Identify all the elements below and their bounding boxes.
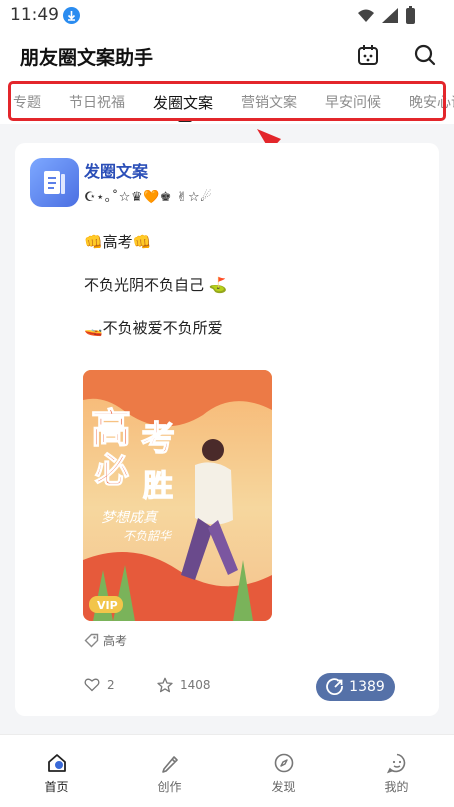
poster-title-char: 必 — [95, 451, 129, 491]
tab-list: 专题 节日祝福 发圈文案 营销文案 早安问候 晚安心语 — [13, 80, 454, 124]
favorite-button[interactable]: 1408 — [157, 677, 211, 693]
tab-marketing-copy[interactable]: 营销文案 — [241, 92, 297, 112]
nav-home-label: 首页 — [44, 780, 69, 794]
home-icon — [48, 754, 66, 772]
nav-home[interactable]: 首页 — [0, 735, 113, 807]
face-icon — [386, 753, 406, 774]
post-line: 👊高考👊 — [84, 233, 152, 251]
share-button[interactable]: 1389 — [316, 673, 395, 701]
nav-profile-label: 我的 — [384, 780, 409, 794]
heart-icon — [84, 678, 100, 692]
post-line: 不负光阴不负自己 ⛳ — [84, 276, 228, 294]
like-button[interactable]: 2 — [84, 677, 115, 692]
author-avatar[interactable] — [30, 158, 79, 207]
poster-title-char: 考 — [141, 419, 175, 459]
wifi-icon — [358, 9, 374, 22]
favorite-count: 1408 — [180, 678, 211, 692]
poster-subtitle: 梦想成真 — [101, 510, 159, 526]
document-icon — [44, 171, 65, 194]
tag-icon — [84, 633, 99, 647]
tab-morning-greetings[interactable]: 早安问候 — [325, 92, 381, 112]
poster-title-char: 高 — [91, 405, 131, 452]
nav-profile[interactable]: 我的 — [340, 735, 453, 807]
nav-discover-label: 发现 — [271, 780, 296, 794]
share-icon — [326, 678, 344, 696]
post-card: 发圈文案 ☪⋆｡˚☆♛🧡♚ ✌☆☄ 👊高考👊 不负光阴不负自己 ⛳ 🚤不负被爱不… — [15, 143, 439, 716]
status-bar: 11:49 — [0, 0, 454, 32]
author-name[interactable]: 发圈文案 — [84, 158, 148, 182]
nav-create-label: 创作 — [157, 780, 182, 794]
status-time: 11:49 — [10, 5, 59, 25]
tab-festival-wishes[interactable]: 节日祝福 — [69, 92, 125, 112]
app-title: 朋友圈文案助手 — [20, 47, 154, 69]
tab-goodnight-words[interactable]: 晚安心语 — [409, 92, 454, 112]
tab-topics[interactable]: 专题 — [13, 92, 41, 112]
post-line: 🚤不负被爱不负所爱 — [84, 319, 223, 337]
like-count: 2 — [107, 677, 115, 692]
share-count: 1389 — [349, 679, 385, 695]
vip-badge: VIP — [97, 599, 118, 612]
tag-label: 高考 — [103, 633, 128, 648]
download-icon — [63, 7, 80, 24]
nav-discover[interactable]: 发现 — [227, 735, 340, 807]
search-icon[interactable] — [412, 42, 438, 68]
signal-icon — [382, 8, 398, 23]
app-header: 朋友圈文案助手 — [0, 32, 454, 80]
bottom-navigation: 首页 创作 发现 我的 — [0, 734, 454, 807]
post-content: 👊高考👊 不负光阴不负自己 ⛳ 🚤不负被爱不负所爱 — [84, 231, 414, 360]
calendar-icon[interactable] — [355, 42, 381, 68]
poster-title-char: 胜 — [143, 469, 173, 504]
tab-moments-copy[interactable]: 发圈文案 — [153, 92, 213, 113]
post-tag[interactable]: 高考 — [84, 630, 127, 650]
star-icon — [157, 677, 173, 693]
battery-icon — [406, 8, 415, 24]
poster-subtitle: 不负韶华 — [123, 529, 173, 543]
post-actions: 2 1408 1389 — [84, 673, 424, 701]
status-icons — [358, 6, 415, 24]
active-tab-indicator — [178, 118, 192, 122]
nav-create[interactable]: 创作 — [113, 735, 226, 807]
category-tabs: 专题 节日祝福 发圈文案 营销文案 早安问候 晚安心语 — [0, 80, 454, 124]
post-image[interactable]: 高 考 必 胜 梦想成真 不负韶华 VIP — [83, 370, 272, 621]
compass-icon — [274, 753, 294, 773]
author-signature: ☪⋆｡˚☆♛🧡♚ ✌☆☄ — [84, 190, 213, 205]
pencil-icon — [162, 756, 178, 773]
